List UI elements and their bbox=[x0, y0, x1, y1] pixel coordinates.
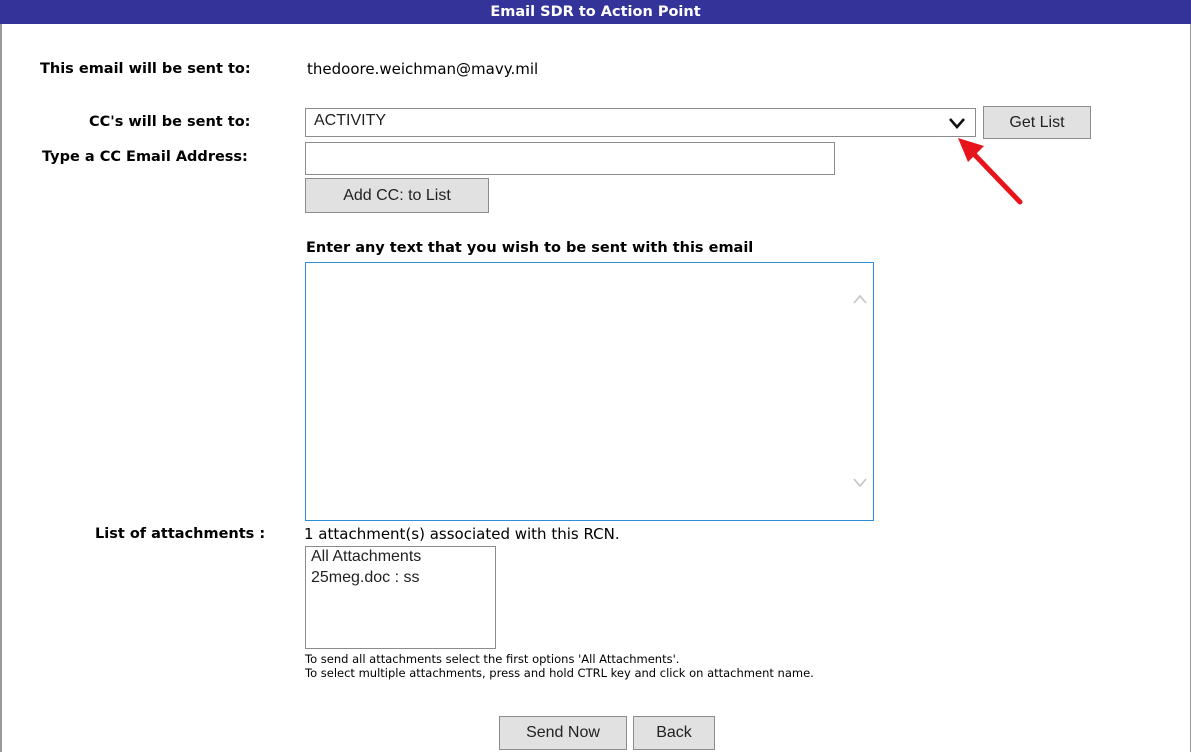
message-prompt: Enter any text that you wish to be sent … bbox=[306, 240, 754, 256]
cc-email-input[interactable] bbox=[305, 142, 835, 175]
recipient-label: This email will be sent to: bbox=[40, 61, 251, 77]
red-arrow-annotation bbox=[958, 138, 1023, 205]
send-now-button[interactable]: Send Now bbox=[499, 716, 627, 750]
cc-select[interactable]: ACTIVITY bbox=[305, 108, 976, 137]
chevron-up-icon[interactable] bbox=[852, 293, 868, 305]
cc-label: CC's will be sent to: bbox=[89, 114, 251, 130]
message-scrollbar[interactable] bbox=[847, 263, 873, 520]
attachment-option[interactable]: 25meg.doc : ss bbox=[306, 568, 495, 589]
message-textarea[interactable] bbox=[306, 263, 846, 518]
attachments-listbox[interactable]: All Attachments 25meg.doc : ss bbox=[305, 546, 496, 649]
recipient-email: thedoore.weichman@mavy.mil bbox=[307, 60, 539, 78]
back-button[interactable]: Back bbox=[633, 716, 715, 750]
attachments-note-2: To select multiple attachments, press an… bbox=[305, 666, 814, 680]
cc-email-label: Type a CC Email Address: bbox=[42, 149, 248, 165]
attachments-note-1: To send all attachments select the first… bbox=[305, 652, 680, 666]
add-cc-button[interactable]: Add CC: to List bbox=[305, 178, 489, 213]
dialog-title: Email SDR to Action Point bbox=[0, 0, 1191, 24]
attachments-label: List of attachments : bbox=[95, 526, 266, 542]
message-textarea-container bbox=[305, 262, 874, 521]
attachments-summary: 1 attachment(s) associated with this RCN… bbox=[304, 525, 620, 543]
chevron-down-icon[interactable] bbox=[852, 477, 868, 489]
cc-selected-value: ACTIVITY bbox=[314, 112, 387, 129]
chevron-down-icon[interactable] bbox=[947, 115, 967, 131]
attachment-option[interactable]: All Attachments bbox=[306, 547, 495, 568]
